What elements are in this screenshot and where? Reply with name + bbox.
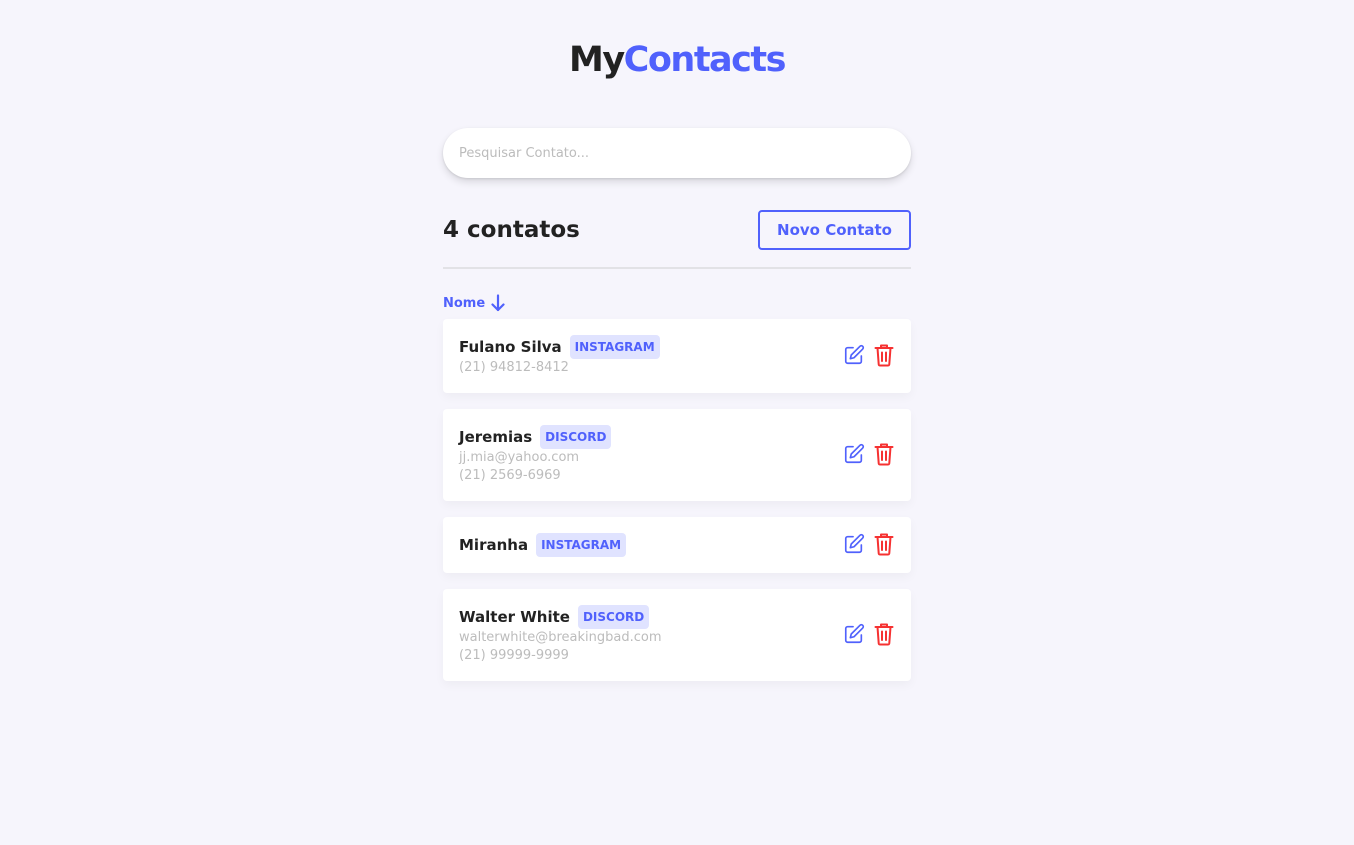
contact-phone: (21) 2569-6969 [459,468,561,483]
contact-actions [843,623,895,647]
contact-info: Jeremias DISCORD jj.mia@yahoo.com (21) 2… [459,425,612,485]
contact-actions [843,344,895,368]
sort-by-name-button[interactable]: Nome [443,293,505,313]
header-divider [443,267,911,269]
contact-phone: (21) 94812-8412 [459,360,569,375]
logo-part-my: My [569,40,625,80]
delete-contact-button[interactable] [873,344,895,368]
category-tag: DISCORD [540,425,612,449]
contact-phone: (21) 99999-9999 [459,648,569,663]
trash-icon [874,532,894,559]
edit-contact-button[interactable] [843,623,865,647]
edit-contact-button[interactable] [843,533,865,557]
contact-info: Walter White DISCORD walterwhite@breakin… [459,605,662,665]
category-tag: INSTAGRAM [569,335,660,359]
edit-icon [843,443,865,468]
contact-card: Jeremias DISCORD jj.mia@yahoo.com (21) 2… [443,409,911,501]
contact-info: Miranha INSTAGRAM [459,533,627,557]
contact-name-row: Walter White DISCORD [459,605,662,629]
category-tag: INSTAGRAM [536,533,627,557]
contact-card: Walter White DISCORD walterwhite@breakin… [443,589,911,681]
contact-card: Miranha INSTAGRAM [443,517,911,573]
edit-icon [843,344,865,369]
contact-list: Fulano Silva INSTAGRAM (21) 94812-8412 J… [443,319,911,681]
contact-email: walterwhite@breakingbad.com [459,630,662,645]
list-header: 4 contatos Novo Contato [443,210,911,250]
trash-icon [874,343,894,370]
contact-name-row: Jeremias DISCORD [459,425,612,449]
contact-name: Miranha [459,536,529,554]
sort-label: Nome [443,295,486,311]
contact-name: Fulano Silva [459,338,562,356]
arrow-down-icon [491,294,505,312]
edit-icon [843,623,865,648]
edit-contact-button[interactable] [843,344,865,368]
category-tag: DISCORD [577,605,650,629]
edit-contact-button[interactable] [843,443,865,467]
contact-actions [843,533,895,557]
app-logo: MyContacts [443,38,911,82]
search-container [443,128,911,178]
delete-contact-button[interactable] [873,443,895,467]
contact-name-row: Miranha INSTAGRAM [459,533,627,557]
new-contact-button[interactable]: Novo Contato [758,210,911,250]
delete-contact-button[interactable] [873,623,895,647]
contact-name: Jeremias [459,428,533,446]
search-input[interactable] [443,128,911,178]
contact-actions [843,443,895,467]
contact-info: Fulano Silva INSTAGRAM (21) 94812-8412 [459,335,660,377]
delete-contact-button[interactable] [873,533,895,557]
contact-email: jj.mia@yahoo.com [459,450,580,465]
edit-icon [843,533,865,558]
contact-name: Walter White [459,608,570,626]
logo-part-contacts: Contacts [623,40,787,80]
app-container: MyContacts 4 contatos Novo Contato Nome … [443,38,911,681]
trash-icon [874,622,894,649]
contact-name-row: Fulano Silva INSTAGRAM [459,335,660,359]
contacts-count: 4 contatos [443,217,580,243]
trash-icon [874,442,894,469]
contact-card: Fulano Silva INSTAGRAM (21) 94812-8412 [443,319,911,393]
